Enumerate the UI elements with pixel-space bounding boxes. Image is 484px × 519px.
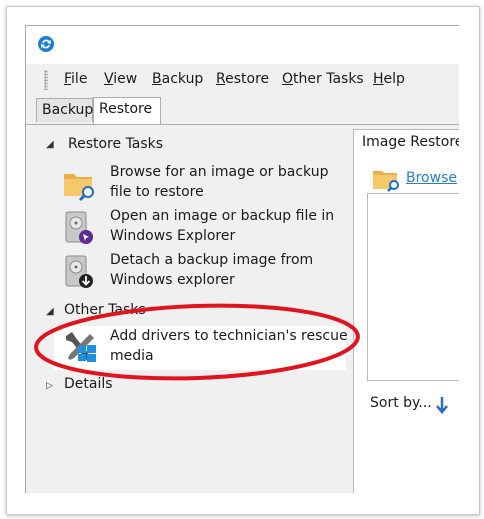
task-open-label: Open an image or backup file in Windows …: [110, 208, 335, 244]
task-open-image[interactable]: Open an image or backup file in Windows …: [62, 206, 342, 250]
arrow-down-icon[interactable]: [435, 396, 449, 414]
restore-tasks-header[interactable]: Restore Tasks: [68, 136, 163, 152]
task-browse-label: Browse for an image or backup file to re…: [110, 164, 329, 200]
drivers-tools-icon: [66, 332, 96, 362]
menu-file[interactable]: File: [64, 71, 87, 87]
menu-backup[interactable]: Backup: [152, 71, 203, 87]
browse-link[interactable]: Browse: [406, 170, 457, 186]
task-detach-label: Detach a backup image from Windows explo…: [110, 252, 314, 288]
image-restore-title: Image Restore: [362, 134, 459, 150]
other-tasks-header[interactable]: Other Tasks: [64, 302, 146, 318]
collapse-triangle-icon[interactable]: ◢: [46, 306, 54, 317]
details-header[interactable]: Details: [64, 376, 113, 392]
task-detach-image[interactable]: Detach a backup image from Windows explo…: [62, 250, 342, 294]
folder-search-icon: [373, 171, 399, 192]
image-list-box[interactable]: [367, 193, 459, 381]
folder-search-icon: [64, 174, 94, 202]
menu-other-tasks[interactable]: Other Tasks: [282, 71, 364, 87]
title-bar: [26, 26, 459, 64]
image-restore-pane: Image Restore Browse Sort by...: [353, 129, 459, 493]
menu-bar: File View Backup Restore Other Tasks Hel…: [26, 64, 459, 96]
tab-restore[interactable]: Restore: [93, 97, 161, 124]
disk-open-icon: [65, 211, 93, 244]
app-logo-icon: [38, 36, 54, 52]
expand-triangle-icon[interactable]: ▷: [46, 381, 53, 391]
task-browse-image[interactable]: Browse for an image or backup file to re…: [62, 162, 342, 206]
app-window: File View Backup Restore Other Tasks Hel…: [25, 25, 459, 493]
tasks-pane: ◢ Restore Tasks Browse for an image or b…: [26, 125, 348, 493]
toolbar-grip[interactable]: [44, 70, 48, 90]
task-add-drivers[interactable]: Add drivers to technician's rescue media: [54, 326, 348, 370]
task-add-drivers-label: Add drivers to technician's rescue media: [110, 328, 348, 364]
tab-backup[interactable]: Backup: [36, 98, 93, 122]
tab-strip: Backup Restore: [26, 96, 459, 125]
sort-by-button[interactable]: Sort by...: [370, 395, 432, 411]
disk-detach-icon: [65, 255, 93, 288]
menu-help[interactable]: Help: [373, 71, 405, 87]
collapse-triangle-icon[interactable]: ◢: [46, 139, 54, 150]
menu-restore[interactable]: Restore: [216, 71, 269, 87]
menu-view[interactable]: View: [104, 71, 137, 87]
